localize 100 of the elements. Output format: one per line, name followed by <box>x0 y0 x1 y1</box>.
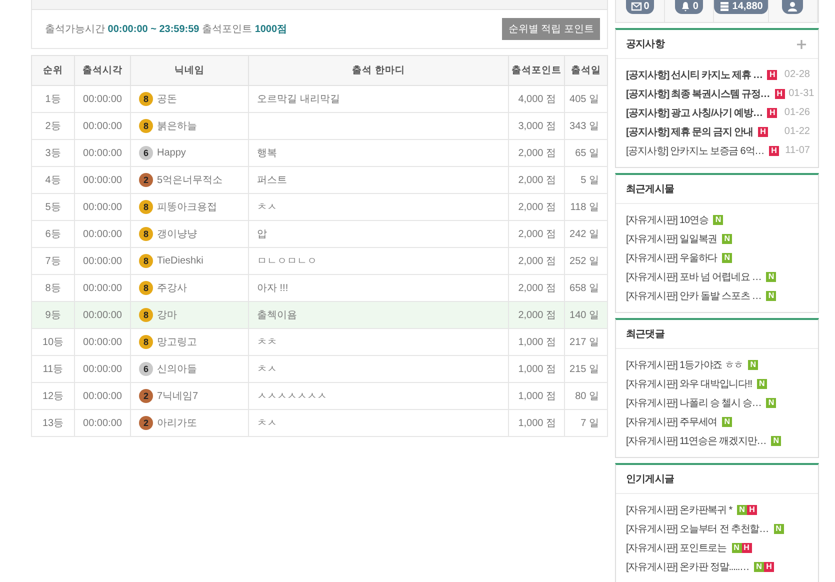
table-cell: 10등 <box>32 328 74 356</box>
table-cell: 2,000 점 <box>508 166 564 194</box>
table-cell: 3,000 점 <box>508 112 564 140</box>
table-cell: 2등 <box>32 112 74 140</box>
stat-pill[interactable]: 0 <box>674 0 704 14</box>
table-cell: 1,000 점 <box>508 382 564 410</box>
table-cell: 1,000 점 <box>508 356 564 382</box>
post-link[interactable]: [공지사항] 광고 사칭/사기 예방… <box>626 106 762 120</box>
table-cell: 215 일 <box>564 356 608 382</box>
post-link[interactable]: [자유게시판] 일일복권 <box>626 232 718 246</box>
table-cell: 80 일 <box>564 382 608 410</box>
panel-title: 최근댓글 <box>626 328 664 341</box>
post-link[interactable]: [자유게시판] 포바 넘 어렵네요 … <box>626 270 762 284</box>
table-cell: 405 일 <box>564 86 608 112</box>
nickname: TieDieshki <box>157 256 204 267</box>
table-cell: 행복 <box>248 140 508 166</box>
post-link[interactable]: [자유게시판] 오늘부터 전 추천할… <box>626 522 768 536</box>
hot-badge: H <box>747 504 758 514</box>
table-cell: ㅊㅊ <box>248 328 508 356</box>
column-header: 출석일 <box>564 56 608 86</box>
level-badge: 2 <box>139 416 153 430</box>
table-cell: 2,000 점 <box>508 248 564 274</box>
table-cell: 1,000 점 <box>508 328 564 356</box>
table-cell: 217 일 <box>564 328 608 356</box>
post-link[interactable]: [자유게시판] 1등가야죠 ㅎㅎ <box>626 358 744 372</box>
new-badge: N <box>766 272 776 282</box>
nickname: 신의아들 <box>157 364 197 375</box>
table-cell: 00:00:00 <box>74 356 130 382</box>
table-cell: 00:00:00 <box>74 112 130 140</box>
table-cell: ㅊㅅ <box>248 356 508 382</box>
table-cell: 00:00:00 <box>74 86 130 112</box>
post-link[interactable]: [자유게시판] 안카 돌발 스포츠 … <box>626 288 762 302</box>
post-link[interactable]: [자유게시판] 와우 대박입니다!! <box>626 376 752 390</box>
table-cell: 343 일 <box>564 112 608 140</box>
level-badge: 2 <box>139 173 153 188</box>
new-badge: N <box>748 360 758 370</box>
table-cell: ㅁㄴㅇㅁㄴㅇ <box>248 248 508 274</box>
new-badge: N <box>713 214 724 224</box>
hot-badge: H <box>769 146 780 156</box>
post-date: 11-07 <box>784 145 810 156</box>
hot-badge: H <box>764 562 774 572</box>
table-cell: 00:00:00 <box>74 382 130 410</box>
new-badge: N <box>756 378 767 388</box>
post-link[interactable]: [자유게시판] 온카판복귀 * <box>626 502 732 516</box>
level-badge: 8 <box>139 335 153 350</box>
new-badge: N <box>722 234 732 244</box>
post-link[interactable]: [자유게시판] 11연승은 깨겠지만… <box>626 434 766 448</box>
post-link[interactable]: [공지사항] 선시티 카지노 제휴 … <box>626 68 762 82</box>
table-cell: 242 일 <box>564 220 608 248</box>
post-link[interactable]: [공지사항] 최종 복권시스템 규정… <box>626 86 770 100</box>
table-cell: 2,000 점 <box>508 220 564 248</box>
column-header: 출석포인트 <box>508 56 564 86</box>
stat-count: 14,880 <box>732 1 763 12</box>
post-date: 01-26 <box>783 107 810 118</box>
level-badge: 8 <box>139 254 153 268</box>
hot-badge: H <box>774 88 785 98</box>
table-cell: 140 일 <box>564 302 608 328</box>
level-badge: 6 <box>139 146 153 160</box>
new-badge: N <box>737 504 748 514</box>
table-cell: 118 일 <box>564 194 608 220</box>
level-badge: 8 <box>139 200 153 214</box>
table-cell: 1,000 점 <box>508 410 564 436</box>
post-link[interactable]: [자유게시판] 나폴리 승 첼시 승… <box>626 396 762 410</box>
table-cell: 5 일 <box>564 166 608 194</box>
stat-pill[interactable]: 14,880 <box>714 0 768 14</box>
nickname: 5억은너무적소 <box>157 174 223 186</box>
panel-title: 최근게시물 <box>626 183 674 196</box>
stat-pill[interactable] <box>782 0 804 14</box>
post-link[interactable]: [공지사항] 제휴 문의 금지 안내 <box>626 124 753 138</box>
table-cell: 9등 <box>32 302 74 328</box>
mail-icon <box>630 1 642 12</box>
post-link[interactable]: [자유게시판] 포인트로는 <box>626 540 727 554</box>
stat-count: 0 <box>692 1 698 12</box>
table-cell: 00:00:00 <box>74 248 130 274</box>
post-link[interactable]: [공지사항] 안카지노 보증금 6억… <box>626 144 764 158</box>
table-cell: 2,000 점 <box>508 140 564 166</box>
new-badge: N <box>766 398 776 408</box>
nickname: 강마 <box>157 310 177 321</box>
attendance-info: 출석가능시간 00:00:00 ~ 23:59:59 출석포인트 1000점 <box>45 23 288 36</box>
column-header: 출석 한마디 <box>248 56 508 86</box>
post-link[interactable]: [자유게시판] 우울하다 <box>626 250 718 264</box>
post-link[interactable]: [자유게시판] 10연승 <box>626 212 708 226</box>
new-badge: N <box>732 542 742 552</box>
nickname: 피똥아크용접 <box>157 202 217 213</box>
table-cell: 65 일 <box>564 140 608 166</box>
table-cell: 00:00:00 <box>74 220 130 248</box>
table-cell: 2,000 점 <box>508 302 564 328</box>
table-cell: ㅊㅅ <box>248 410 508 436</box>
post-link[interactable]: [자유게시판] 온카판 정말.....… <box>626 560 750 574</box>
table-cell: 00:00:00 <box>74 194 130 220</box>
table-cell: 1등 <box>32 86 74 112</box>
table-cell: 00:00:00 <box>74 328 130 356</box>
post-link[interactable]: [자유게시판] 주무세여 <box>626 414 718 428</box>
table-cell: 5등 <box>32 194 74 220</box>
new-badge: N <box>771 436 782 446</box>
column-header: 순위 <box>32 56 74 86</box>
stat-pill[interactable]: 0 <box>626 0 654 14</box>
hot-badge: H <box>767 70 778 80</box>
table-cell: 4등 <box>32 166 74 194</box>
table-cell: 00:00:00 <box>74 140 130 166</box>
